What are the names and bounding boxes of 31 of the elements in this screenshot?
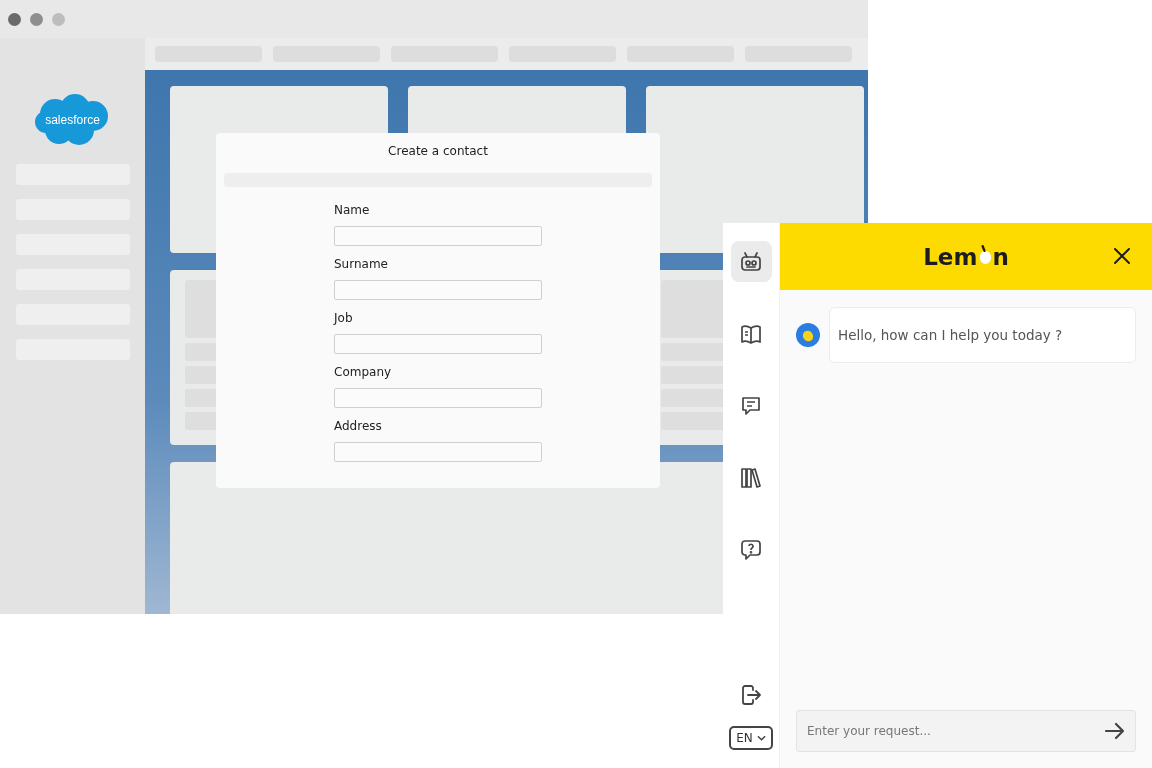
nav-button[interactable] xyxy=(730,241,772,282)
input-field[interactable] xyxy=(334,442,542,462)
input-field[interactable] xyxy=(334,334,542,354)
input-field[interactable] xyxy=(334,226,542,246)
logo-text: salesforce xyxy=(45,113,100,127)
logout-icon xyxy=(739,682,763,707)
caret-icon xyxy=(756,735,766,741)
chat-message: Hello, how can I help you today ? xyxy=(829,307,1136,363)
message-input[interactable]: Enter your request... xyxy=(805,723,1103,739)
bot-avatar xyxy=(796,323,820,347)
dialog-title: Create a contact xyxy=(387,144,489,158)
language-select[interactable]: EN xyxy=(729,726,773,750)
window-dot[interactable] xyxy=(8,12,21,26)
field-label: Name xyxy=(334,203,371,219)
robot-icon xyxy=(739,249,763,274)
logo-text: n xyxy=(992,243,1009,270)
field-label: Surname xyxy=(334,257,389,273)
input-field[interactable] xyxy=(334,388,542,408)
close-button[interactable] xyxy=(1112,246,1132,266)
field-label: Job xyxy=(334,311,354,327)
field-label: Address xyxy=(334,419,383,435)
input-field[interactable] xyxy=(334,280,542,300)
logo-text: Lem xyxy=(923,243,978,270)
close-icon xyxy=(1112,246,1132,266)
field-label: Company xyxy=(334,365,393,381)
message-field[interactable]: Enter your request... xyxy=(796,710,1136,752)
lemon-icon xyxy=(977,244,993,266)
help-icon xyxy=(739,537,763,562)
window-dot[interactable] xyxy=(52,12,65,26)
window-dot[interactable] xyxy=(30,12,43,26)
books-icon xyxy=(739,465,763,490)
